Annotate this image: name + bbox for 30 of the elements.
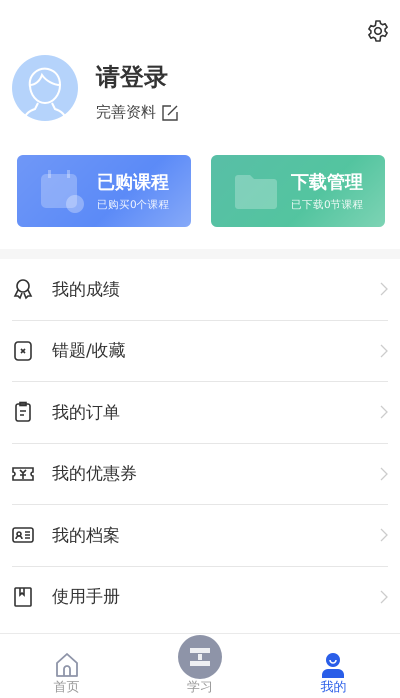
edit-icon	[162, 104, 178, 120]
card-subtitle: 已购买0个课程	[97, 198, 170, 212]
study-icon	[178, 635, 222, 679]
chevron-icon	[380, 405, 388, 420]
chevron-icon	[380, 590, 388, 604]
chevron-icon	[380, 466, 388, 481]
card-title: 下载管理	[291, 171, 364, 194]
medal-icon	[12, 278, 34, 300]
menu-item[interactable]: 我的成绩	[12, 259, 388, 320]
home-icon	[54, 651, 80, 679]
menu-item[interactable]: 使用手册	[12, 566, 388, 627]
calendar-icon	[39, 168, 85, 214]
chevron-icon	[380, 528, 388, 542]
settings-icon[interactable]	[366, 19, 390, 43]
card-title: 已购课程	[97, 171, 170, 194]
avatar	[12, 55, 78, 121]
menu-item[interactable]: 我的优惠券	[12, 444, 388, 505]
login-prompt[interactable]: 请登录	[96, 61, 178, 93]
tab[interactable]: 我的	[266, 634, 400, 698]
menu-item[interactable]: 错题/收藏	[12, 320, 388, 382]
book-icon	[12, 586, 34, 608]
chevron-icon	[380, 282, 388, 296]
clipboard-icon	[12, 401, 34, 424]
card-subtitle: 已下载0节课程	[291, 198, 364, 212]
person-icon	[320, 651, 346, 679]
notebook-icon	[12, 340, 34, 362]
menu-item[interactable]: 我的订单	[12, 382, 388, 444]
edit-profile-link[interactable]: 完善资料	[96, 103, 178, 122]
menu-item[interactable]: 我的档案	[12, 505, 388, 566]
chevron-icon	[380, 344, 388, 358]
